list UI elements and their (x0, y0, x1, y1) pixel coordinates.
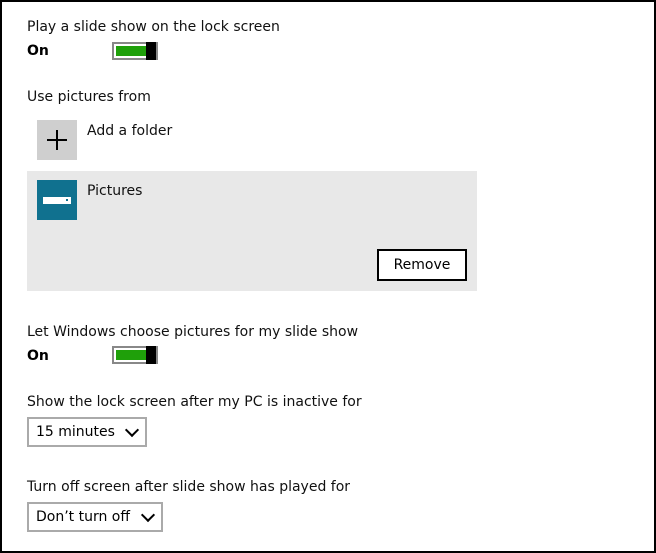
folder-tile (37, 180, 77, 220)
remove-button[interactable]: Remove (377, 249, 467, 281)
inactive-select[interactable]: 15 minutes (27, 417, 147, 447)
windows-choose-title: Let Windows choose pictures for my slide… (27, 324, 359, 340)
chevron-down-icon (140, 507, 156, 522)
toggle-knob (146, 346, 156, 364)
pictures-heading: Use pictures from (27, 89, 151, 105)
chevron-down-icon (124, 422, 140, 437)
turn-off-value: Don’t turn off (36, 509, 131, 525)
settings-panel: Play a slide show on the lock screen On … (0, 0, 656, 553)
turn-off-select[interactable]: Don’t turn off (27, 502, 163, 532)
drive-icon (43, 196, 71, 204)
slideshow-title: Play a slide show on the lock screen (27, 19, 280, 35)
add-folder-button[interactable]: Add a folder (37, 120, 172, 160)
windows-choose-state: On (27, 348, 49, 364)
toggle-fill (116, 350, 146, 360)
folder-name: Pictures (87, 183, 143, 199)
turn-off-title: Turn off screen after slide show has pla… (27, 479, 351, 495)
add-folder-tile (37, 120, 77, 160)
inactive-value: 15 minutes (36, 424, 115, 440)
toggle-fill (116, 46, 146, 56)
add-folder-label: Add a folder (87, 123, 173, 139)
inactive-title: Show the lock screen after my PC is inac… (27, 394, 362, 410)
plus-icon (47, 130, 67, 150)
slideshow-toggle[interactable] (112, 42, 158, 60)
windows-choose-toggle[interactable] (112, 346, 158, 364)
toggle-knob (146, 42, 156, 60)
folder-item-pictures[interactable]: Pictures Remove (27, 171, 477, 291)
slideshow-state: On (27, 43, 49, 59)
